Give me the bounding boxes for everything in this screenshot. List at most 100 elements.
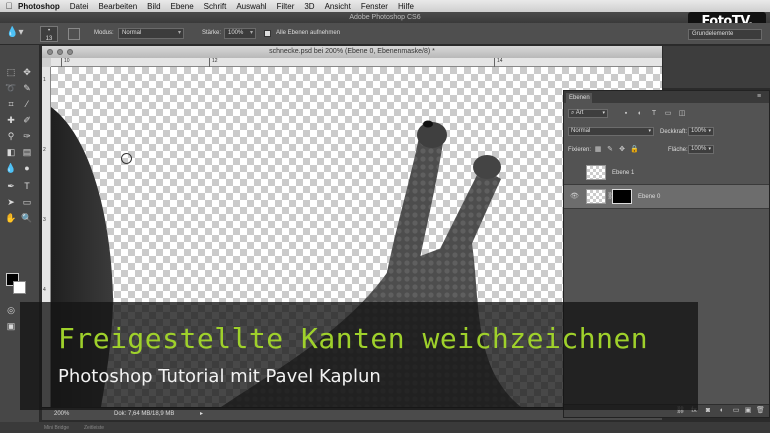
lock-transparency-icon[interactable]: ▦ xyxy=(594,146,602,154)
fill-input[interactable]: 100% xyxy=(688,145,714,154)
menu-filter[interactable]: Filter xyxy=(277,2,295,11)
marquee-tool-icon[interactable]: ⬚ xyxy=(4,65,18,79)
layer-thumbnail xyxy=(586,189,606,204)
zoom-window-icon[interactable] xyxy=(67,49,73,55)
menu-photoshop[interactable]: Photoshop xyxy=(18,2,60,11)
adjustment-layer-icon[interactable]: ◐ xyxy=(718,407,726,415)
app-title-bar: Adobe Photoshop CS6 xyxy=(0,12,770,23)
sample-all-layers-checkbox[interactable] xyxy=(264,30,271,37)
type-tool-icon[interactable]: T xyxy=(20,179,34,193)
ruler-tick: 12 xyxy=(209,58,218,67)
document-info: Dok: 7,64 MB/18,9 MB xyxy=(114,411,175,417)
layer-row-ebene-0[interactable]: 👁 ⛓ Ebene 0 xyxy=(564,185,769,209)
menu-fenster[interactable]: Fenster xyxy=(361,2,388,11)
zoom-tool-icon[interactable]: 🔍 xyxy=(20,211,34,225)
filter-shape-icon[interactable]: ▭ xyxy=(664,110,672,118)
layers-tab-bar: Ebenen ≡ xyxy=(564,91,769,103)
pen-tool-icon[interactable]: ✒ xyxy=(4,179,18,193)
menu-bar:  Photoshop Datei Bearbeiten Bild Ebene … xyxy=(0,0,770,12)
new-group-icon[interactable]: ▭ xyxy=(732,407,740,415)
healing-brush-tool-icon[interactable]: ✚ xyxy=(4,113,18,127)
mode-label: Modus: xyxy=(94,30,114,36)
menu-hilfe[interactable]: Hilfe xyxy=(398,2,414,11)
filter-pixel-icon[interactable]: ▪ xyxy=(622,110,630,118)
lasso-tool-icon[interactable]: ➰ xyxy=(4,81,18,95)
eyedropper-tool-icon[interactable]: ⁄ xyxy=(20,97,34,111)
tab-ebenen[interactable]: Ebenen xyxy=(566,93,592,103)
dodge-tool-icon[interactable]: ● xyxy=(20,161,34,175)
shape-tool-icon[interactable]: ▭ xyxy=(20,195,34,209)
menu-3d[interactable]: 3D xyxy=(304,2,314,11)
brush-size-picker[interactable]: • 13 xyxy=(40,26,58,42)
hand-tool-icon[interactable]: ✋ xyxy=(4,211,18,225)
brush-size-value: 13 xyxy=(45,36,53,42)
layer-name[interactable]: Ebene 1 xyxy=(612,170,634,176)
background-color-swatch[interactable] xyxy=(13,281,26,294)
menu-bild[interactable]: Bild xyxy=(147,2,160,11)
menu-schrift[interactable]: Schrift xyxy=(204,2,227,11)
clone-stamp-tool-icon[interactable]: ⚲ xyxy=(4,129,18,143)
layer-filter-select[interactable]: ⌕ Art xyxy=(568,109,608,118)
ruler-tick: 2 xyxy=(43,147,46,153)
add-mask-icon[interactable]: ◙ xyxy=(704,407,712,415)
fill-label: Fläche: xyxy=(668,147,688,153)
close-window-icon[interactable] xyxy=(47,49,53,55)
tab-zeitleiste[interactable]: Zeitleiste xyxy=(84,425,104,431)
new-layer-icon[interactable]: ▣ xyxy=(744,407,752,415)
eye-icon[interactable]: 👁 xyxy=(570,193,579,201)
blur-tool-preset-icon[interactable]: 💧▾ xyxy=(6,27,28,41)
opacity-input[interactable]: 100% xyxy=(688,127,714,136)
filter-adjustment-icon[interactable]: ◐ xyxy=(636,110,644,118)
gradient-tool-icon[interactable]: ▤ xyxy=(20,145,34,159)
blur-tool-icon[interactable]: 💧 xyxy=(4,161,18,175)
sample-all-layers-label: Alle Ebenen aufnehmen xyxy=(276,30,341,36)
ruler-tick: 14 xyxy=(494,58,503,67)
brush-preview-icon: • xyxy=(47,28,51,34)
menu-datei[interactable]: Datei xyxy=(70,2,89,11)
tutorial-headline: Freigestellte Kanten weichzeichnen xyxy=(58,322,649,355)
layer-thumbnail xyxy=(586,165,606,180)
minimize-window-icon[interactable] xyxy=(57,49,63,55)
menu-ansicht[interactable]: Ansicht xyxy=(325,2,351,11)
menu-bearbeiten[interactable]: Bearbeiten xyxy=(98,2,137,11)
panel-menu-icon[interactable]: ≡ xyxy=(755,93,763,101)
filter-smart-object-icon[interactable]: ◫ xyxy=(678,110,686,118)
quick-mask-icon[interactable]: ◎ xyxy=(4,303,18,317)
quick-selection-tool-icon[interactable]: ✎ xyxy=(20,81,34,95)
tab-mini-bridge[interactable]: Mini Bridge xyxy=(44,425,69,431)
eraser-tool-icon[interactable]: ◧ xyxy=(4,145,18,159)
tutorial-subline: Photoshop Tutorial mit Pavel Kaplun xyxy=(58,366,381,387)
mode-select[interactable]: Normal xyxy=(118,28,184,39)
ruler-origin[interactable] xyxy=(42,58,51,67)
document-title-bar: schnecke.psd bei 200% (Ebene 0, Ebenenma… xyxy=(42,46,662,58)
zoom-level[interactable]: 200% xyxy=(54,411,69,417)
brush-tool-icon[interactable]: ✐ xyxy=(20,113,34,127)
crop-tool-icon[interactable]: ⌗ xyxy=(4,97,18,111)
filter-type-icon[interactable]: T xyxy=(650,110,658,118)
ruler-tick: 4 xyxy=(43,287,46,293)
move-tool-icon[interactable]: ✥ xyxy=(20,65,34,79)
menu-ebene[interactable]: Ebene xyxy=(171,2,194,11)
screen-mode-icon[interactable]: ▣ xyxy=(4,319,18,333)
workspace-select[interactable]: Grundelemente xyxy=(688,29,762,40)
lock-position-icon[interactable]: ✥ xyxy=(618,146,626,154)
layer-name[interactable]: Ebene 0 xyxy=(638,194,660,200)
apple-icon[interactable]:  xyxy=(0,1,18,11)
trash-icon[interactable]: 🗑 xyxy=(756,407,765,415)
collapsed-panels xyxy=(663,46,770,88)
blend-mode-select[interactable]: Normal xyxy=(568,127,654,136)
strength-input[interactable]: 100% xyxy=(224,28,256,39)
lock-all-icon[interactable]: 🔒 xyxy=(630,146,639,154)
brush-panel-toggle-icon[interactable] xyxy=(68,28,80,40)
ruler-tick: 1 xyxy=(43,77,46,83)
layer-row-ebene-1[interactable]: Ebene 1 xyxy=(564,161,769,185)
layer-mask-thumbnail[interactable] xyxy=(612,189,632,204)
status-menu-arrow-icon[interactable]: ▸ xyxy=(200,410,203,417)
layer-filter-value: Art xyxy=(575,110,584,116)
menu-auswahl[interactable]: Auswahl xyxy=(236,2,266,11)
path-selection-tool-icon[interactable]: ➤ xyxy=(4,195,18,209)
visibility-toggle-icon[interactable] xyxy=(570,169,578,177)
history-brush-tool-icon[interactable]: ✑ xyxy=(20,129,34,143)
ruler-horizontal[interactable]: 10 12 14 xyxy=(51,58,662,67)
lock-pixels-icon[interactable]: ✎ xyxy=(606,146,614,154)
